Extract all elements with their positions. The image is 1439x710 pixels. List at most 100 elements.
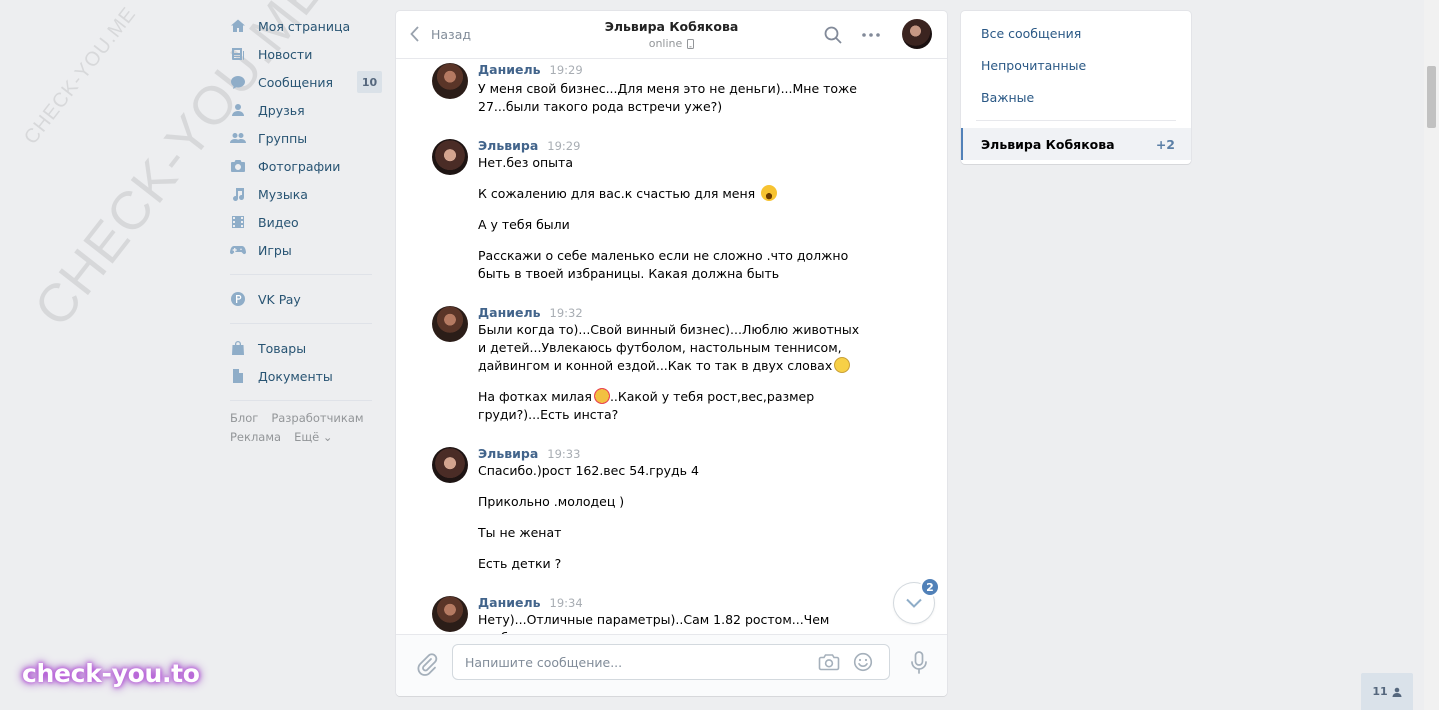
chevron-down-icon [906, 598, 922, 608]
nav-item-label: Видео [258, 214, 299, 230]
message-text: Спасибо.)рост 162.вес 54.грудь 4 [478, 463, 699, 478]
input-actions [818, 652, 874, 672]
chat-panel: Назад Эльвира Кобякова online Даниель 19:… [396, 11, 947, 696]
microphone-icon[interactable] [909, 651, 929, 675]
nav-item-news[interactable]: Новости [230, 40, 382, 68]
avatar[interactable] [432, 596, 468, 632]
message-author[interactable]: Даниель [478, 62, 541, 77]
nav-separator [230, 323, 372, 324]
message-time[interactable]: 19:29 [547, 139, 580, 153]
message-text-content: К сожалению для вас.к счастью для меня [478, 186, 756, 201]
message-group: Эльвира 19:33 Спасибо.)рост 162.вес 54.гр… [396, 446, 947, 573]
games-icon [230, 242, 246, 258]
camera-icon[interactable] [818, 652, 840, 672]
unread-badge: 2 [920, 577, 940, 597]
nav-item-label: Товары [258, 340, 307, 356]
message-text: А у тебя были [478, 217, 570, 232]
message-author[interactable]: Эльвира [478, 446, 538, 461]
online-people-button[interactable]: 11 [1361, 673, 1413, 710]
avatar[interactable] [432, 63, 468, 99]
nav-item-label: Новости [258, 46, 313, 62]
home-icon [230, 18, 246, 34]
filter-important[interactable]: Важные [961, 81, 1191, 113]
person-icon [1392, 687, 1402, 697]
message-time[interactable]: 19:32 [550, 306, 583, 320]
groups-icon [230, 130, 246, 146]
message-author[interactable]: Даниель [478, 595, 541, 610]
nav-item-video[interactable]: Видео [230, 208, 382, 236]
nav-footer: Блог Разработчикам Реклама Ещё ⌄ [230, 411, 380, 445]
message-group: Эльвира 19:29 Нет.без опыта К сожалению д… [396, 138, 947, 283]
watermark-small: CHECK-YOU.ME [20, 2, 141, 149]
footer-link-blog[interactable]: Блог [230, 411, 258, 426]
nav-item-friends[interactable]: Друзья [230, 96, 382, 124]
nav-item-label: Игры [258, 242, 292, 258]
avatar[interactable] [432, 306, 468, 342]
messages-icon [230, 74, 246, 90]
nav-item-label: VK Pay [258, 291, 301, 307]
nav-item-photos[interactable]: Фотографии [230, 152, 382, 180]
more-icon[interactable] [861, 25, 881, 45]
nav-separator [230, 274, 372, 275]
message-time[interactable]: 19:33 [547, 447, 580, 461]
chat-header: Назад Эльвира Кобякова online [396, 11, 947, 59]
search-icon[interactable] [823, 25, 843, 45]
message-composer [396, 634, 947, 696]
footer-link-ads[interactable]: Реклама [230, 430, 281, 445]
footer-link-more[interactable]: Ещё ⌄ [294, 430, 332, 445]
scrollbar-thumb[interactable] [1427, 66, 1436, 128]
chevron-down-icon: ⌄ [322, 430, 333, 444]
nav-item-goods[interactable]: Товары [230, 334, 382, 362]
nav-item-label: Музыка [258, 186, 308, 202]
shopping-bag-icon [230, 340, 246, 356]
message-time[interactable]: 19:29 [550, 63, 583, 77]
friends-icon [230, 102, 246, 118]
peer-avatar[interactable] [902, 19, 932, 49]
footer-more-label: Ещё [294, 430, 320, 444]
message-text: Нет.без опыта [478, 155, 573, 170]
message-text: У меня свой бизнес...Для меня это не ден… [478, 81, 857, 114]
nav-item-my-page[interactable]: Моя страница [230, 12, 382, 40]
message-history: Даниель 19:29 У меня свой бизнес...Для ме… [396, 59, 947, 634]
filter-unread[interactable]: Непрочитанные [961, 49, 1191, 81]
page-scrollbar[interactable] [1424, 0, 1439, 710]
online-people-count: 11 [1372, 685, 1388, 698]
message-author[interactable]: Даниель [478, 305, 541, 320]
message-time[interactable]: 19:34 [550, 596, 583, 610]
messages-filter-menu: Все сообщения Непрочитанные Важные Эльви… [961, 11, 1191, 164]
message-text: Были когда то)...Свой винный бизнес)...Л… [478, 321, 867, 375]
message-text: На фотках милая ..Какой у тебя рост,вес,р… [478, 388, 867, 424]
camera-icon [230, 158, 246, 174]
message-group: Даниель 19:29 У меня свой бизнес...Для ме… [396, 62, 947, 116]
avatar[interactable] [432, 139, 468, 175]
vkpay-icon [230, 291, 246, 307]
nav-item-label: Группы [258, 130, 308, 146]
flushed-emoji-icon [834, 357, 851, 373]
nav-item-documents[interactable]: Документы [230, 362, 382, 390]
paperclip-icon[interactable] [416, 653, 438, 677]
message-text: Расскажи о себе маленько если не сложно … [478, 248, 849, 281]
scroll-to-bottom-button[interactable]: 2 [894, 577, 940, 623]
grinning-emoji-icon [761, 185, 778, 201]
header-actions [823, 25, 881, 45]
active-conversation-tab[interactable]: Эльвира Кобякова +2 [961, 128, 1191, 160]
avatar[interactable] [432, 447, 468, 483]
video-icon [230, 214, 246, 230]
nav-item-music[interactable]: Музыка [230, 180, 382, 208]
peer-status: online [649, 37, 695, 50]
left-nav: Моя страница Новости Сообщения 10 Друзья… [230, 12, 382, 445]
message-author[interactable]: Эльвира [478, 138, 538, 153]
menu-separator [976, 120, 1176, 121]
footer-link-developers[interactable]: Разработчикам [271, 411, 363, 426]
nav-item-label: Документы [258, 368, 333, 384]
nav-item-groups[interactable]: Группы [230, 124, 382, 152]
nav-item-games[interactable]: Игры [230, 236, 382, 264]
document-icon [230, 368, 246, 384]
nav-item-messages[interactable]: Сообщения 10 [230, 68, 382, 96]
filter-all-messages[interactable]: Все сообщения [961, 17, 1191, 49]
smile-icon[interactable] [852, 652, 874, 672]
music-icon [230, 186, 246, 202]
nav-item-vkpay[interactable]: VK Pay [230, 285, 382, 313]
mobile-icon [687, 38, 695, 49]
brand-watermark: check-you.to [22, 659, 200, 688]
